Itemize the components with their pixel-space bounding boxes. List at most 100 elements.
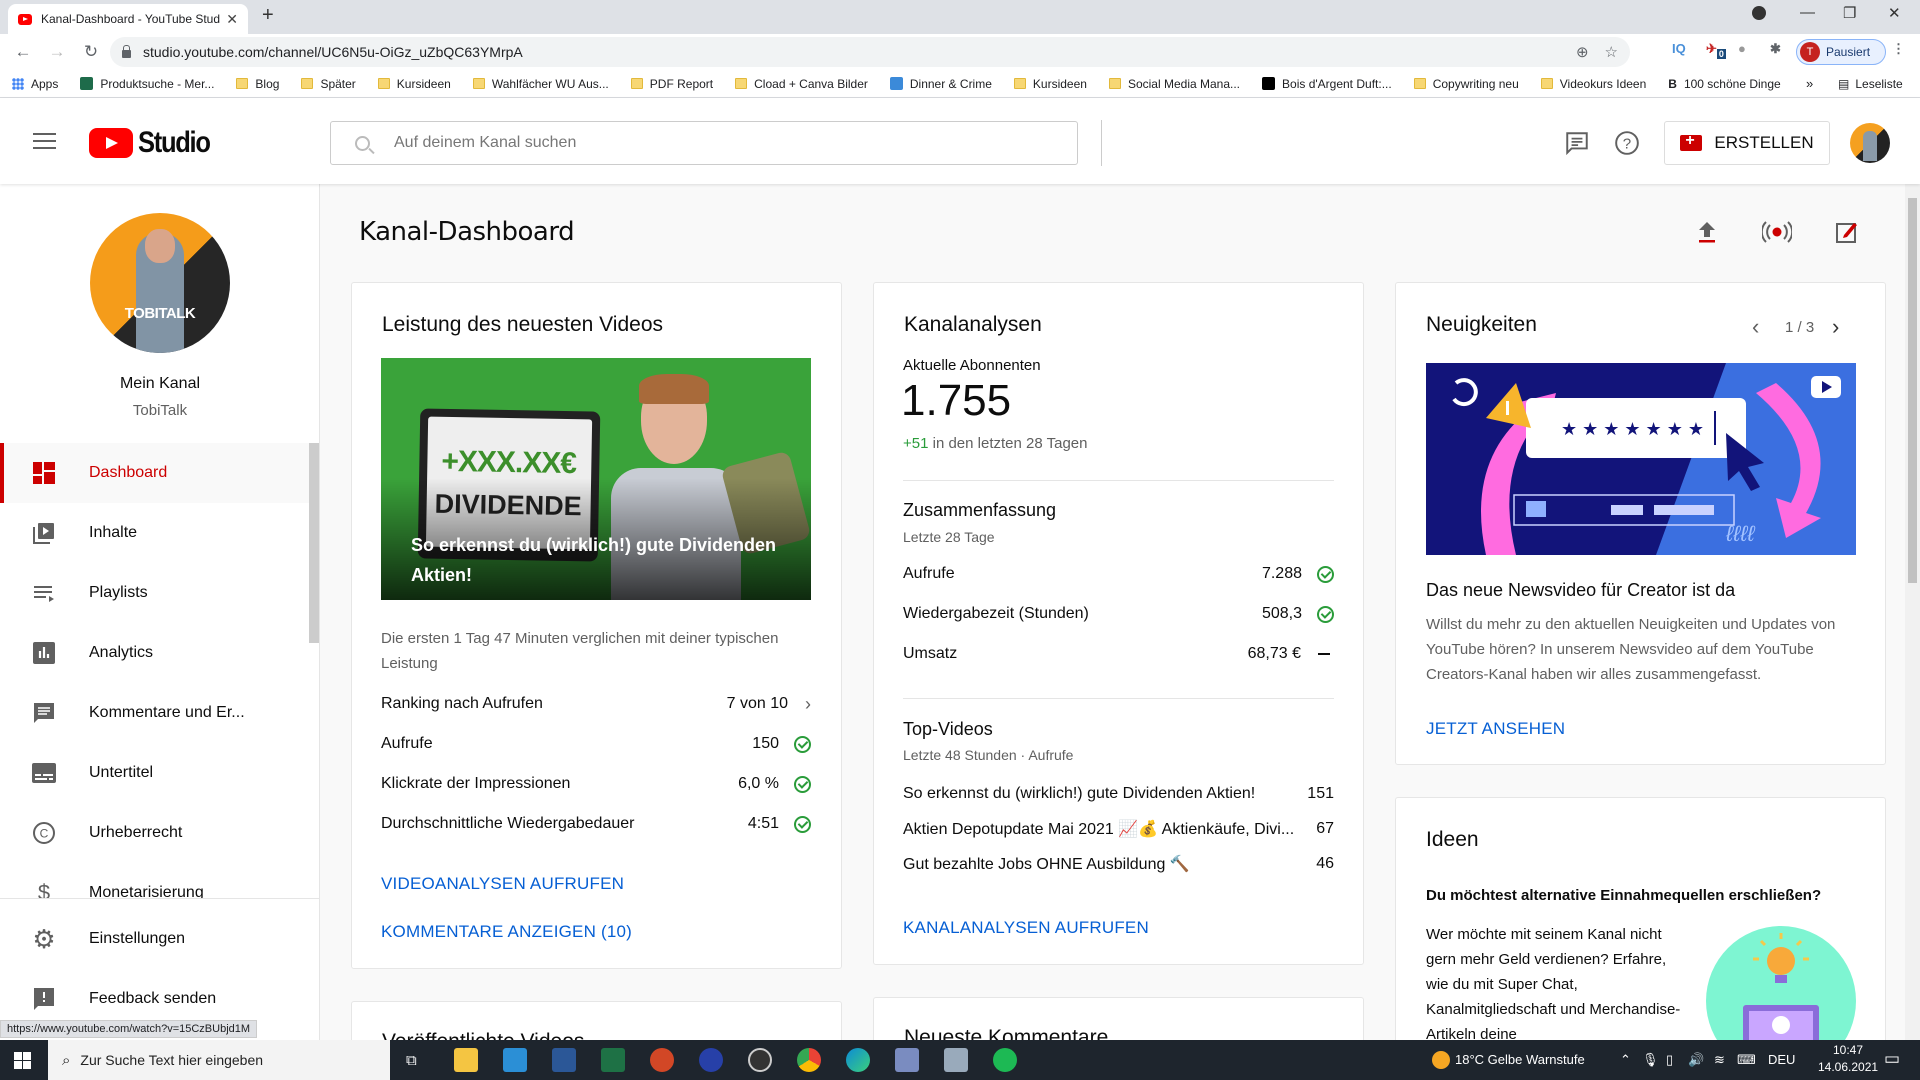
bookmark-folder[interactable]: Später (301, 77, 356, 91)
video-analytics-link[interactable]: VIDEOANALYSEN AUFRUFEN (381, 874, 624, 894)
bookmark-folder[interactable]: Kursideen (377, 77, 451, 91)
channel-search[interactable] (330, 121, 1078, 165)
scrollbar-thumb[interactable] (1908, 198, 1917, 583)
forward-icon[interactable]: → (46, 42, 68, 62)
sidebar-item-copyright[interactable]: C Urheberrecht (0, 803, 319, 863)
bookmark-folder[interactable]: Kursideen (1013, 77, 1087, 91)
volume-icon[interactable]: 🔊 (1688, 1052, 1704, 1068)
tab-search-icon[interactable] (1752, 6, 1766, 20)
sidebar-item-content[interactable]: Inhalte (0, 503, 319, 563)
stat-row-ranking[interactable]: Ranking nach Aufrufen 7 von 10 › (381, 692, 811, 716)
upload-button[interactable] (1685, 210, 1729, 254)
wifi-icon[interactable]: ≋ (1714, 1052, 1725, 1068)
taskbar-search[interactable]: ⌕ Zur Suche Text hier eingeben (48, 1040, 390, 1080)
top-video-row[interactable]: Gut bezahlte Jobs OHNE Ausbildung 🔨 46 (903, 852, 1334, 876)
extensions-puzzle-icon[interactable]: ✱ (1770, 41, 1781, 57)
top-video-row[interactable]: So erkennst du (wirklich!) gute Dividend… (903, 782, 1334, 806)
studio-logo[interactable]: Studio (89, 126, 222, 160)
search-input[interactable] (394, 134, 994, 152)
tray-expand-icon[interactable]: ⌃ (1620, 1052, 1631, 1068)
sidebar-item-comments[interactable]: Kommentare und Er... (0, 683, 319, 743)
bookmark-folder[interactable]: Wahlfächer WU Aus... (472, 77, 609, 91)
task-view-icon[interactable]: ⧉ (406, 1052, 417, 1069)
create-post-button[interactable] (1825, 210, 1869, 254)
bookmark-folder[interactable]: Cload + Canva Bilder (735, 77, 868, 91)
windows-start-icon[interactable] (14, 1052, 31, 1069)
bookmark-folder[interactable]: Social Media Mana... (1108, 77, 1240, 91)
app-icon[interactable] (944, 1048, 968, 1072)
next-news-icon[interactable]: › (1832, 314, 1839, 340)
close-tab-icon[interactable]: ✕ (226, 11, 238, 28)
bookmark-apps[interactable]: Apps (12, 77, 58, 91)
camera-icon[interactable]: ▯ (1666, 1052, 1673, 1068)
sidebar-item-label: Urheberrecht (89, 824, 183, 841)
clock[interactable]: 10:47 14.06.2021 (1818, 1043, 1878, 1074)
app-icon[interactable] (895, 1048, 919, 1072)
view-comments-link[interactable]: KOMMENTARE ANZEIGEN (10) (381, 922, 632, 942)
more-bookmarks-icon[interactable]: » (1806, 76, 1813, 91)
back-icon[interactable]: ← (12, 42, 34, 62)
top-video-row[interactable]: Aktien Depotupdate Mai 2021 📈💰 Aktienkäu… (903, 817, 1334, 841)
bookmark-item[interactable]: B 100 schöne Dinge (1668, 77, 1780, 91)
playlist-icon (32, 581, 56, 605)
bookmark-folder[interactable]: Videokurs Ideen (1540, 77, 1646, 91)
latest-video-thumbnail[interactable]: +XXX.XX€ DIVIDENDE So erkennst du (wirkl… (381, 358, 811, 600)
obs-icon[interactable] (748, 1048, 772, 1072)
browser-tab[interactable]: Kanal-Dashboard - YouTube Studio ✕ (8, 4, 248, 34)
weather-text[interactable]: 18°C Gelbe Warnstufe (1455, 1052, 1585, 1067)
notifications-icon[interactable]: ▭ (1884, 1049, 1900, 1069)
adblock-icon[interactable]: ● (1738, 41, 1746, 56)
channel-avatar[interactable]: TOBITALK (90, 213, 230, 353)
chrome-icon[interactable] (797, 1048, 821, 1072)
watch-now-link[interactable]: JETZT ANSEHEN (1426, 719, 1565, 739)
file-explorer-icon[interactable] (454, 1048, 478, 1072)
word-icon[interactable] (552, 1048, 576, 1072)
bookmark-folder[interactable]: PDF Report (630, 77, 713, 91)
weather-icon[interactable] (1432, 1051, 1450, 1069)
language-indicator[interactable]: DEU (1768, 1052, 1795, 1067)
bookmark-folder[interactable]: Copywriting neu (1413, 77, 1519, 91)
bookmark-item[interactable]: Bois d'Argent Duft:... (1262, 77, 1392, 91)
sidebar-item-subtitles[interactable]: Untertitel (0, 743, 319, 803)
spotify-icon[interactable] (993, 1048, 1017, 1072)
reading-list-button[interactable]: ▤ Leseliste (1838, 77, 1903, 91)
keyboard-icon[interactable]: ⌨ (1737, 1052, 1756, 1068)
powerpoint-icon[interactable] (650, 1048, 674, 1072)
restore-button[interactable]: ❐ (1843, 4, 1856, 22)
bookmark-star-icon[interactable]: ☆ (1605, 43, 1618, 61)
chrome-menu-icon[interactable]: ⋮ (1892, 41, 1905, 57)
channel-analytics-link[interactable]: KANALANALYSEN AUFRUFEN (903, 918, 1149, 938)
app-icon[interactable] (699, 1048, 723, 1072)
excel-icon[interactable] (601, 1048, 625, 1072)
sidebar-item-dashboard[interactable]: Dashboard (0, 443, 319, 503)
check-circle-icon (794, 735, 811, 753)
sidebar-item-settings[interactable]: ⚙ Einstellungen (0, 909, 319, 969)
iq-extension-icon[interactable]: IQ (1672, 41, 1686, 56)
microphone-icon[interactable]: 🎙 (1642, 1052, 1659, 1068)
sidebar-item-playlists[interactable]: Playlists (0, 563, 319, 623)
profile-button[interactable]: T Pausiert (1796, 39, 1886, 65)
new-tab-button[interactable]: + (262, 4, 274, 27)
bookmark-item[interactable]: Dinner & Crime (889, 77, 992, 91)
url-field[interactable]: studio.youtube.com/channel/UC6N5u-OiGz_u… (110, 37, 1630, 67)
bookmark-item[interactable]: Produktsuche - Mer... (80, 77, 214, 91)
minimize-button[interactable]: — (1800, 4, 1815, 21)
sidebar-item-analytics[interactable]: Analytics (0, 623, 319, 683)
mail-icon[interactable] (503, 1048, 527, 1072)
close-window-button[interactable]: ✕ (1888, 4, 1901, 22)
bookmark-folder[interactable]: Blog (236, 77, 279, 91)
main-scrollbar[interactable] (1905, 184, 1920, 1040)
edge-icon[interactable] (846, 1048, 870, 1072)
account-avatar[interactable] (1850, 123, 1890, 163)
menu-hamburger-icon[interactable] (33, 133, 56, 149)
help-icon[interactable]: ? (1614, 130, 1640, 156)
bird-extension-icon[interactable]: ✈ 0 (1706, 41, 1726, 59)
create-button[interactable]: ERSTELLEN (1664, 121, 1830, 165)
previous-news-icon[interactable]: ‹ (1752, 314, 1759, 340)
reload-icon[interactable]: ↻ (80, 42, 102, 62)
zoom-icon[interactable]: ⊕ (1576, 43, 1589, 61)
sidebar-scrollbar[interactable] (309, 443, 319, 643)
messages-icon[interactable] (1564, 130, 1590, 156)
go-live-button[interactable] (1755, 210, 1799, 254)
news-image[interactable]: ★ ★ ★ ★ ★ ★ ★ ℓℓℓℓ (1426, 363, 1856, 555)
